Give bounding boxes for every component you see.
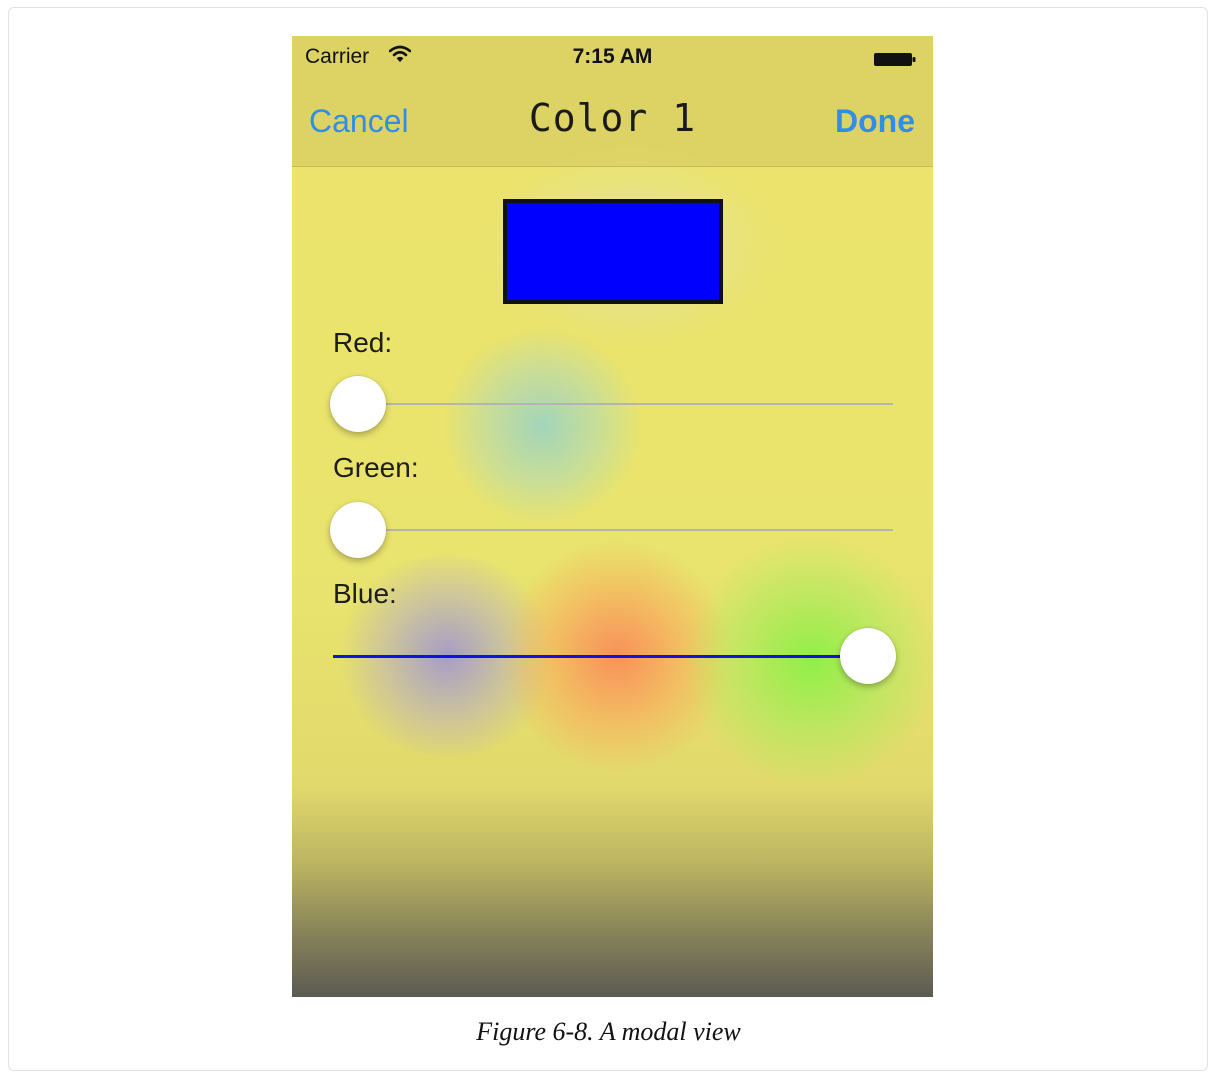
color-preview-swatch — [503, 199, 723, 304]
phone-screen: Cancel Color 1 Done Carrier 7:15 AM Red:… — [292, 36, 933, 997]
done-button[interactable]: Done — [835, 103, 915, 140]
green-slider-thumb[interactable] — [330, 502, 386, 558]
blue-slider-label: Blue: — [333, 578, 397, 609]
battery-icon — [874, 53, 916, 66]
red-slider-track[interactable] — [333, 403, 893, 405]
red-slider-label: Red: — [333, 327, 393, 358]
figure-caption: Figure 6-8. A modal view — [476, 1017, 741, 1046]
blue-slider-thumb[interactable] — [840, 628, 896, 684]
red-slider-thumb[interactable] — [330, 376, 386, 432]
background — [292, 36, 933, 997]
green-slider-track[interactable] — [333, 529, 893, 531]
blue-slider-fill — [333, 654, 893, 658]
status-time: 7:15 AM — [572, 45, 653, 68]
status-bar: Carrier 7:15 AM — [292, 36, 933, 80]
blue-slider-track[interactable] — [333, 654, 893, 658]
background-blob-teal — [442, 326, 642, 526]
green-slider-label: Green: — [333, 452, 419, 483]
